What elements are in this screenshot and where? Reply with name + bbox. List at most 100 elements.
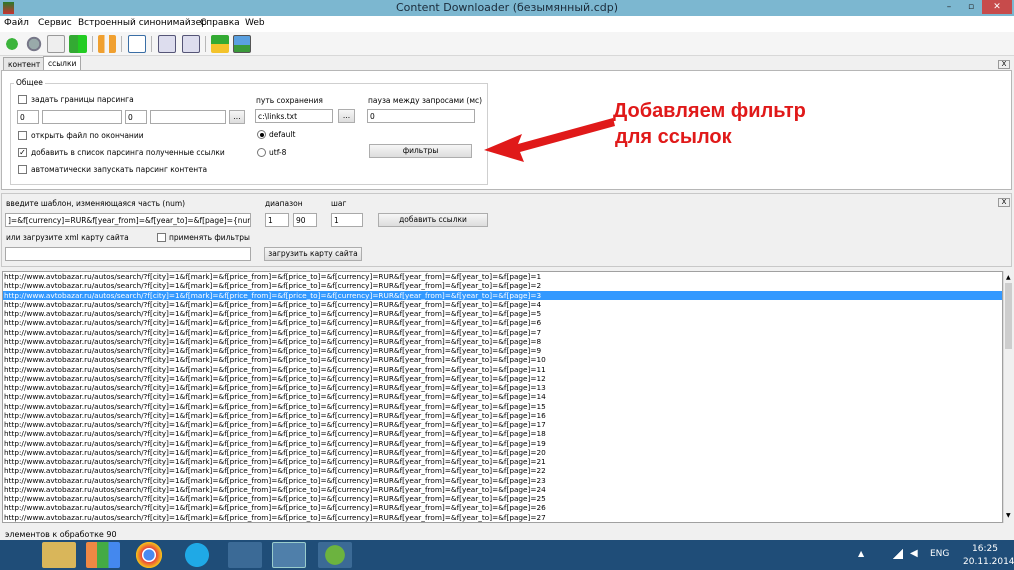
link-row[interactable]: http://www.avtobazar.ru/autos/search/?f[…: [3, 365, 1002, 374]
encoding-default-label: default: [269, 130, 296, 139]
tab-links[interactable]: ссылки: [43, 56, 82, 71]
set-limits-checkbox[interactable]: [18, 95, 27, 104]
scroll-thumb[interactable]: [1005, 283, 1012, 349]
link-row[interactable]: http://www.avtobazar.ru/autos/search/?f[…: [3, 429, 1002, 438]
minimize-button[interactable]: –: [938, 0, 960, 14]
link-row[interactable]: http://www.avtobazar.ru/autos/search/?f[…: [3, 374, 1002, 383]
tab-content[interactable]: контент: [3, 57, 46, 71]
download-alt-icon[interactable]: [182, 35, 200, 53]
toolbar-separator: [92, 36, 93, 52]
play-icon[interactable]: [69, 35, 87, 53]
writing-app-icon[interactable]: [228, 542, 262, 568]
limit-to-text-input[interactable]: [150, 110, 226, 124]
limit-from-text-input[interactable]: [42, 110, 122, 124]
link-row[interactable]: http://www.avtobazar.ru/autos/search/?f[…: [3, 457, 1002, 466]
skype-icon[interactable]: [180, 542, 214, 568]
menu-item-service[interactable]: Сервис: [38, 18, 72, 28]
apps-grid-icon[interactable]: [86, 542, 120, 568]
link-row[interactable]: http://www.avtobazar.ru/autos/search/?f[…: [3, 290, 1002, 300]
link-row[interactable]: http://www.avtobazar.ru/autos/search/?f[…: [3, 309, 1002, 318]
evernote-icon[interactable]: [318, 542, 352, 568]
link-row[interactable]: http://www.avtobazar.ru/autos/search/?f[…: [3, 420, 1002, 429]
menu-item-synonymizer[interactable]: Встроенный синонимайзер: [78, 18, 207, 28]
link-row[interactable]: http://www.avtobazar.ru/autos/search/?f[…: [3, 272, 1002, 281]
preview-icon[interactable]: [128, 35, 146, 53]
link-row[interactable]: http://www.avtobazar.ru/autos/search/?f[…: [3, 318, 1002, 327]
link-row[interactable]: http://www.avtobazar.ru/autos/search/?f[…: [3, 337, 1002, 346]
tray-arrow-icon[interactable]: ▲: [858, 549, 864, 558]
link-row[interactable]: http://www.avtobazar.ru/autos/search/?f[…: [3, 402, 1002, 411]
auto-start-checkbox[interactable]: [18, 165, 27, 174]
encoding-utf8-radio[interactable]: [257, 148, 266, 157]
add-to-list-checkbox[interactable]: ✓: [18, 148, 27, 157]
link-row[interactable]: http://www.avtobazar.ru/autos/search/?f[…: [3, 392, 1002, 401]
menu-bar: Файл Сервис Встроенный синонимайзер Спра…: [0, 16, 1014, 32]
content-downloader-taskbar-icon[interactable]: [272, 542, 306, 568]
close-button[interactable]: ✕: [982, 0, 1012, 14]
menu-item-web[interactable]: Web: [245, 18, 265, 28]
template-close-button[interactable]: X: [998, 198, 1010, 207]
limit-to-input[interactable]: 0: [125, 110, 147, 124]
template-panel: X введите шаблон, изменяющаяся часть (nu…: [1, 193, 1012, 267]
link-row[interactable]: http://www.avtobazar.ru/autos/search/?f[…: [3, 300, 1002, 309]
limit-from-input[interactable]: 0: [17, 110, 39, 124]
menu-item-help[interactable]: Справка: [200, 18, 240, 28]
pattern-input[interactable]: ]=&f[currency]=RUR&f[year_from]=&f[year_…: [5, 213, 251, 227]
windows-start-icon[interactable]: [8, 542, 36, 568]
copy-icon[interactable]: [47, 35, 65, 53]
xml-sitemap-input[interactable]: [5, 247, 251, 261]
browse-path-button[interactable]: ...: [338, 109, 355, 123]
filters-button[interactable]: фильтры: [369, 144, 472, 158]
link-row[interactable]: http://www.avtobazar.ru/autos/search/?f[…: [3, 439, 1002, 448]
menu-item-file[interactable]: Файл: [4, 18, 29, 28]
network-icon[interactable]: [893, 549, 903, 559]
step-input[interactable]: 1: [331, 213, 363, 227]
image-icon[interactable]: [233, 35, 251, 53]
encoding-default-radio[interactable]: [257, 130, 266, 139]
add-links-button[interactable]: добавить ссылки: [378, 213, 488, 227]
link-row[interactable]: http://www.avtobazar.ru/autos/search/?f[…: [3, 513, 1002, 522]
add-to-list-label: добавить в список парсинга полученные сс…: [31, 148, 225, 157]
maximize-button[interactable]: ▫: [960, 0, 982, 14]
link-row[interactable]: http://www.avtobazar.ru/autos/search/?f[…: [3, 448, 1002, 457]
links-list[interactable]: http://www.avtobazar.ru/autos/search/?f[…: [2, 271, 1003, 523]
link-row[interactable]: http://www.avtobazar.ru/autos/search/?f[…: [3, 503, 1002, 512]
link-row[interactable]: http://www.avtobazar.ru/autos/search/?f[…: [3, 281, 1002, 290]
link-row[interactable]: http://www.avtobazar.ru/autos/search/?f[…: [3, 355, 1002, 364]
pause-input[interactable]: 0: [367, 109, 475, 123]
range-to-input[interactable]: 90: [293, 213, 317, 227]
load-sitemap-button[interactable]: загрузить карту сайта: [264, 247, 362, 261]
links-scrollbar[interactable]: ▲ ▼: [1003, 271, 1013, 523]
pause-icon[interactable]: [98, 35, 116, 53]
scroll-down-arrow-icon[interactable]: ▼: [1006, 512, 1011, 519]
scroll-up-arrow-icon[interactable]: ▲: [1006, 274, 1011, 281]
add-icon[interactable]: [3, 35, 21, 53]
link-row[interactable]: http://www.avtobazar.ru/autos/search/?f[…: [3, 485, 1002, 494]
panel-close-button[interactable]: X: [998, 60, 1010, 69]
link-row[interactable]: http://www.avtobazar.ru/autos/search/?f[…: [3, 494, 1002, 503]
save-path-input[interactable]: c:\links.txt: [255, 109, 333, 123]
apply-filters-checkbox[interactable]: [157, 233, 166, 242]
volume-icon[interactable]: ◀: [910, 548, 918, 559]
gear-icon[interactable]: [25, 35, 43, 53]
annotation-arrow-icon: [484, 118, 615, 162]
link-row[interactable]: http://www.avtobazar.ru/autos/search/?f[…: [3, 328, 1002, 337]
browse-limits-button[interactable]: ...: [229, 110, 245, 124]
link-row[interactable]: http://www.avtobazar.ru/autos/search/?f[…: [3, 346, 1002, 355]
download-icon[interactable]: [158, 35, 176, 53]
link-row[interactable]: http://www.avtobazar.ru/autos/search/?f[…: [3, 476, 1002, 485]
range-from-input[interactable]: 1: [265, 213, 289, 227]
link-row[interactable]: http://www.avtobazar.ru/autos/search/?f[…: [3, 411, 1002, 420]
clock-date[interactable]: 20.11.2014: [963, 557, 1014, 567]
chrome-icon[interactable]: [132, 542, 166, 568]
annotation-text: Добавляем фильтр для ссылок: [613, 98, 806, 150]
toolbar-separator: [151, 36, 152, 52]
link-row[interactable]: http://www.avtobazar.ru/autos/search/?f[…: [3, 466, 1002, 475]
toolbar-separator: [205, 36, 206, 52]
file-explorer-icon[interactable]: [42, 542, 76, 568]
keyboard-language[interactable]: ENG: [930, 549, 949, 559]
clock-time[interactable]: 16:25: [972, 544, 998, 554]
export-icon[interactable]: [211, 35, 229, 53]
link-row[interactable]: http://www.avtobazar.ru/autos/search/?f[…: [3, 383, 1002, 392]
open-file-checkbox[interactable]: [18, 131, 27, 140]
